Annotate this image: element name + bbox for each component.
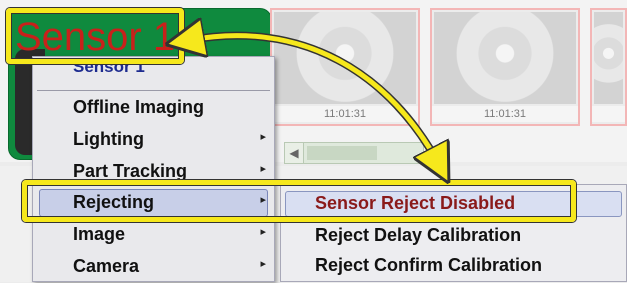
callout-arrow-icon bbox=[0, 0, 627, 282]
